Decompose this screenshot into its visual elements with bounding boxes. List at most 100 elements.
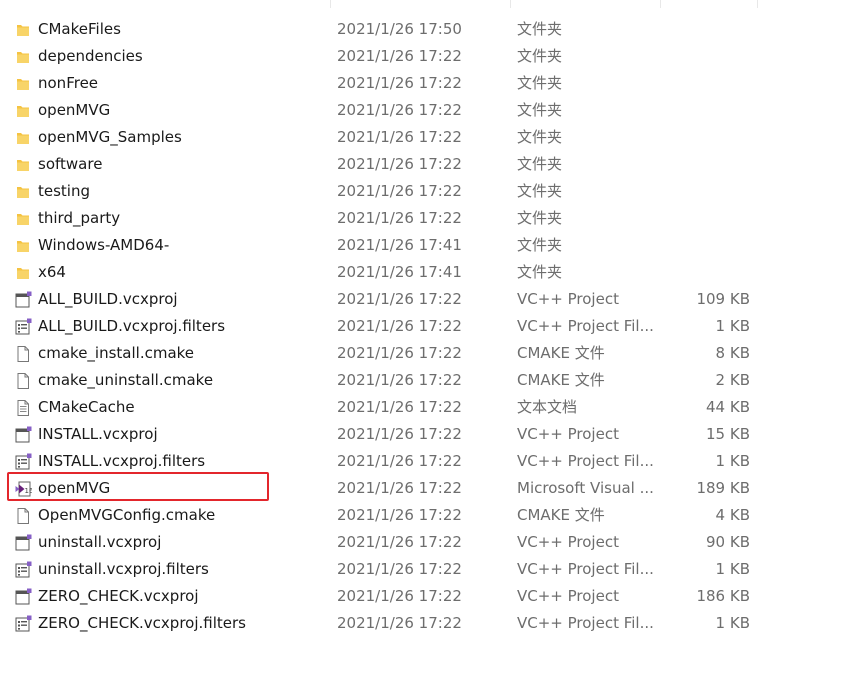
file-name: uninstall.vcxproj.filters	[38, 560, 209, 578]
folder-icon	[13, 178, 33, 205]
file-type: 文件夹	[517, 47, 563, 65]
column-separator[interactable]	[330, 0, 331, 8]
file-name: cmake_install.cmake	[38, 344, 195, 362]
file-date: 2021/1/26 17:22	[337, 479, 462, 497]
folder-icon	[13, 43, 33, 70]
vcxproj-filters-icon	[13, 313, 33, 340]
file-size	[660, 151, 750, 178]
file-type: VC++ Project	[517, 587, 619, 605]
file-row[interactable]: ZERO_CHECK.vcxproj 2021/1/26 17:22 VC++ Pr…	[0, 583, 866, 610]
file-row[interactable]: OpenMVGConfig.cmake 2021/1/26 17:22 CMAKE …	[0, 502, 866, 529]
file-name: software	[38, 155, 103, 173]
file-row[interactable]: ZERO_CHECK.vcxproj.filters 2021/1/26 17:2…	[0, 610, 866, 637]
file-size: 15 KB	[706, 425, 750, 443]
file-list: CMakeFiles 2021/1/26 17:50 文件夹 dependencie…	[0, 16, 866, 637]
svg-text:16: 16	[25, 487, 33, 495]
file-name: nonFree	[38, 74, 99, 92]
file-row[interactable]: INSTALL.vcxproj 2021/1/26 17:22 VC++ Proje…	[0, 421, 866, 448]
file-row[interactable]: uninstall.vcxproj.filters 2021/1/26 17:22…	[0, 556, 866, 583]
file-size: 109 KB	[696, 290, 750, 308]
file-size: 4 KB	[715, 506, 750, 524]
vcxproj-icon	[13, 421, 33, 448]
file-size: 44 KB	[706, 398, 750, 416]
file-row[interactable]: openMVG 2021/1/26 17:22 文件夹	[0, 97, 866, 124]
folder-icon	[13, 70, 33, 97]
file-row[interactable]: uninstall.vcxproj 2021/1/26 17:22 VC++ Pro…	[0, 529, 866, 556]
file-name: dependencies	[38, 47, 143, 65]
vcxproj-icon	[13, 583, 33, 610]
file-row[interactable]: cmake_install.cmake 2021/1/26 17:22 CMAKE …	[0, 340, 866, 367]
file-size	[660, 43, 750, 70]
vcxproj-icon	[13, 286, 33, 313]
folder-icon	[13, 205, 33, 232]
file-name: CMakeCache	[38, 398, 135, 416]
file-size: 1 KB	[715, 614, 750, 632]
file-row[interactable]: dependencies 2021/1/26 17:22 文件夹	[0, 43, 866, 70]
file-date: 2021/1/26 17:22	[337, 425, 462, 443]
file-row[interactable]: CMakeCache 2021/1/26 17:22 文本文档 44 KB	[0, 394, 866, 421]
file-row[interactable]: software 2021/1/26 17:22 文件夹	[0, 151, 866, 178]
file-size	[660, 259, 750, 286]
file-row[interactable]: ALL_BUILD.vcxproj 2021/1/26 17:22 VC++ Pro…	[0, 286, 866, 313]
file-size: 8 KB	[715, 344, 750, 362]
file-size: 1 KB	[715, 560, 750, 578]
file-row[interactable]: testing 2021/1/26 17:22 文件夹	[0, 178, 866, 205]
file-type: VC++ Project Fil...	[517, 560, 654, 578]
vcxproj-filters-icon	[13, 448, 33, 475]
column-separator[interactable]	[660, 0, 661, 8]
file-name: openMVG_Samples	[38, 128, 182, 146]
file-date: 2021/1/26 17:22	[337, 587, 462, 605]
folder-icon	[13, 124, 33, 151]
file-date: 2021/1/26 17:22	[337, 533, 462, 551]
file-name: openMVG	[38, 101, 111, 119]
file-row[interactable]: third_party 2021/1/26 17:22 文件夹	[0, 205, 866, 232]
file-type: VC++ Project Fil...	[517, 317, 654, 335]
text-file-icon	[13, 394, 33, 421]
file-date: 2021/1/26 17:22	[337, 560, 462, 578]
vcxproj-filters-icon	[13, 556, 33, 583]
file-name: ZERO_CHECK.vcxproj.filters	[38, 614, 246, 632]
file-size	[660, 70, 750, 97]
file-type: 文件夹	[517, 128, 563, 146]
file-size	[660, 232, 750, 259]
file-name: openMVG	[38, 479, 111, 497]
file-name: ALL_BUILD.vcxproj.filters	[38, 317, 226, 335]
file-type: 文件夹	[517, 263, 563, 281]
file-date: 2021/1/26 17:41	[337, 236, 462, 254]
file-date: 2021/1/26 17:22	[337, 290, 462, 308]
file-date: 2021/1/26 17:50	[337, 20, 462, 38]
file-size	[660, 178, 750, 205]
file-type: Microsoft Visual ...	[517, 479, 654, 497]
file-row-highlighted[interactable]: 16 openMVG 2021/1/26 17:22 Microsoft Visual…	[0, 475, 866, 502]
file-size	[660, 205, 750, 232]
file-size: 189 KB	[696, 479, 750, 497]
file-row[interactable]: INSTALL.vcxproj.filters 2021/1/26 17:22 VC…	[0, 448, 866, 475]
blank-file-icon	[13, 340, 33, 367]
file-size	[660, 16, 750, 43]
file-row[interactable]: cmake_uninstall.cmake 2021/1/26 17:22 CMAK…	[0, 367, 866, 394]
file-type: 文件夹	[517, 182, 563, 200]
file-size: 90 KB	[706, 533, 750, 551]
file-type: VC++ Project Fil...	[517, 452, 654, 470]
file-row[interactable]: CMakeFiles 2021/1/26 17:50 文件夹	[0, 16, 866, 43]
file-row[interactable]: openMVG_Samples 2021/1/26 17:22 文件夹	[0, 124, 866, 151]
file-type: VC++ Project	[517, 425, 619, 443]
file-date: 2021/1/26 17:22	[337, 74, 462, 92]
file-date: 2021/1/26 17:22	[337, 209, 462, 227]
file-row[interactable]: nonFree 2021/1/26 17:22 文件夹	[0, 70, 866, 97]
file-date: 2021/1/26 17:22	[337, 101, 462, 119]
file-name: INSTALL.vcxproj.filters	[38, 452, 206, 470]
file-date: 2021/1/26 17:22	[337, 398, 462, 416]
file-name: third_party	[38, 209, 121, 227]
file-row[interactable]: x64 2021/1/26 17:41 文件夹	[0, 259, 866, 286]
file-date: 2021/1/26 17:22	[337, 317, 462, 335]
folder-icon	[13, 232, 33, 259]
blank-file-icon	[13, 367, 33, 394]
visual-studio-solution-icon: 16	[13, 475, 33, 502]
blank-file-icon	[13, 502, 33, 529]
file-type: 文件夹	[517, 101, 563, 119]
file-row[interactable]: Windows-AMD64- 2021/1/26 17:41 文件夹	[0, 232, 866, 259]
file-row[interactable]: ALL_BUILD.vcxproj.filters 2021/1/26 17:22…	[0, 313, 866, 340]
column-separator[interactable]	[510, 0, 511, 8]
column-separator[interactable]	[757, 0, 758, 8]
